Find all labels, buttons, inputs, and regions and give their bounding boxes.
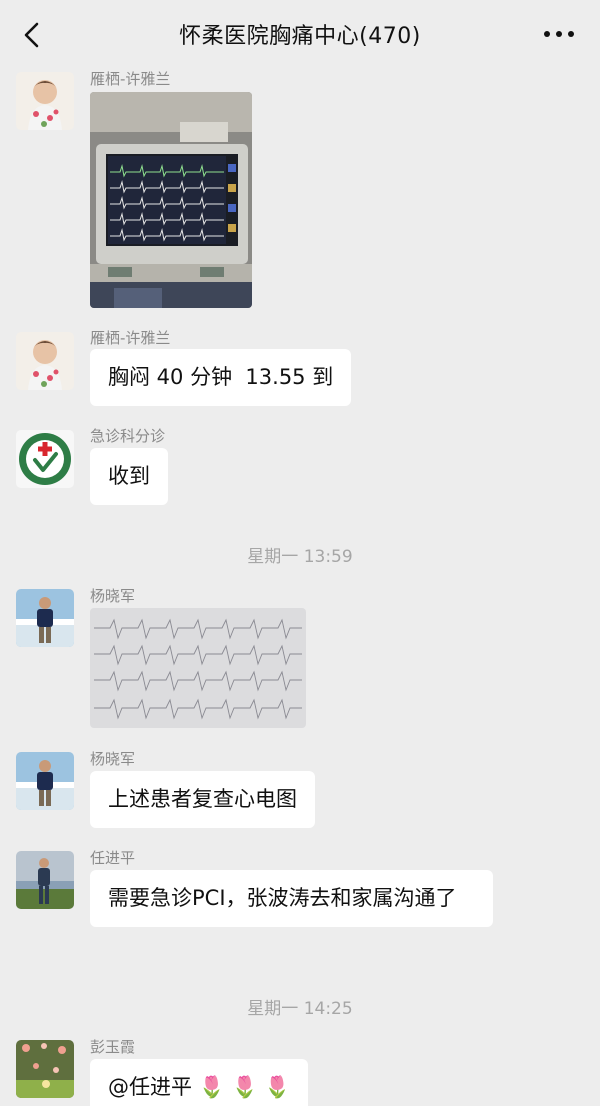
timestamp: 星期一 13:59 [247, 547, 353, 567]
sender-name: 雁栖-许雅兰 [90, 70, 171, 88]
avatar[interactable] [16, 72, 74, 130]
sender-name: 彭玉霞 [90, 1038, 136, 1056]
avatar[interactable] [16, 430, 74, 488]
ecg-monitor-photo [90, 92, 252, 308]
message-bubble[interactable]: 胸闷 40 分钟 13.55 到 [90, 349, 352, 406]
avatar[interactable] [16, 332, 74, 390]
message-image[interactable] [90, 92, 252, 308]
ecg-paper-photo [90, 608, 306, 728]
more-dots-icon [544, 31, 574, 37]
sender-name: 雁栖-许雅兰 [90, 329, 171, 347]
sender-name: 杨晓军 [90, 587, 136, 605]
message-bubble[interactable]: 需要急诊PCI，张波涛去和家属沟通了 [90, 870, 493, 927]
message-bubble[interactable]: 上述患者复查心电图 [90, 771, 315, 828]
sender-name: 急诊科分诊 [90, 427, 166, 445]
chat-title: 怀柔医院胸痛中心(470) [179, 24, 421, 49]
message-bubble[interactable]: 收到 [90, 448, 168, 505]
sender-name: 杨晓军 [90, 750, 136, 768]
avatar[interactable] [16, 589, 74, 647]
message-bubble[interactable]: @任进平 🌷 🌷 🌷 [90, 1059, 309, 1106]
more-options-button[interactable] [542, 24, 576, 44]
avatar[interactable] [16, 851, 74, 909]
timestamp: 星期一 14:25 [247, 999, 353, 1019]
message-image[interactable] [90, 608, 306, 728]
avatar[interactable] [16, 752, 74, 810]
chat-header: 怀柔医院胸痛中心(470) [0, 0, 600, 70]
sender-name: 任进平 [90, 849, 136, 867]
avatar[interactable] [16, 1040, 74, 1098]
